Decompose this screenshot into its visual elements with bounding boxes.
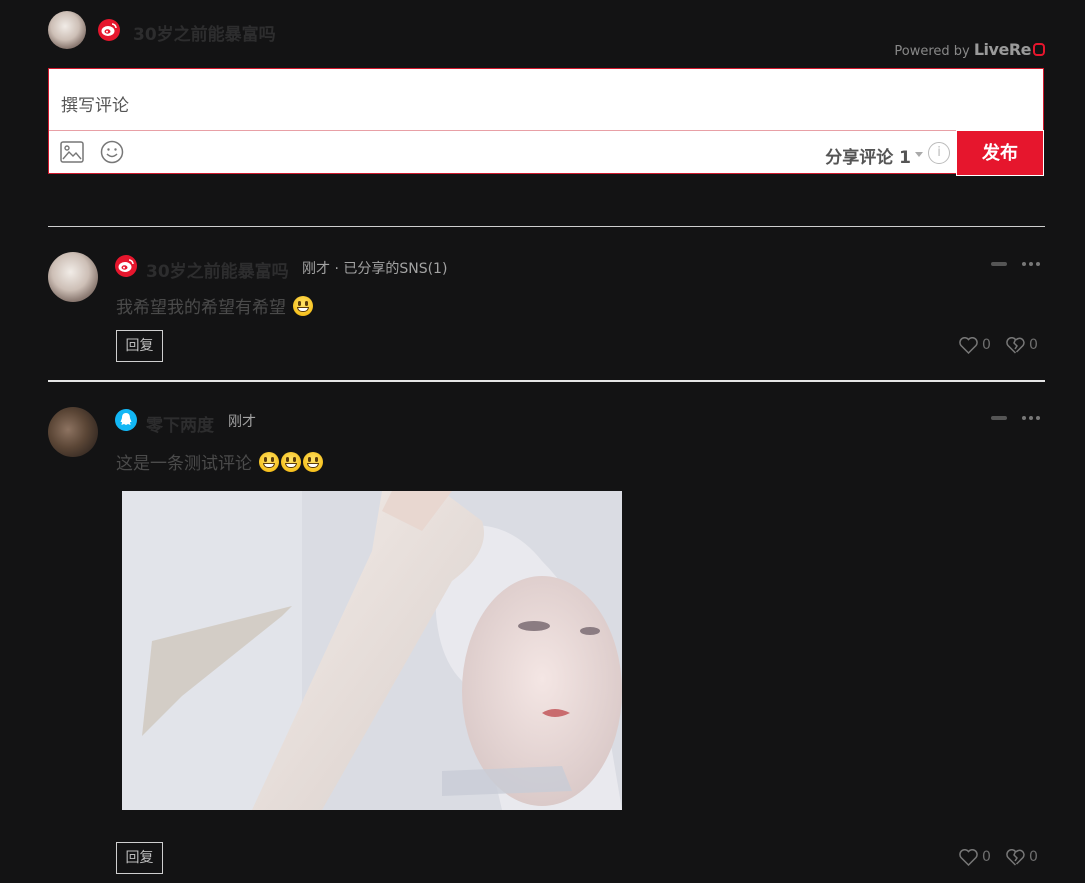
reply-button[interactable]: 回复 (116, 842, 163, 874)
powered-by-label: Powered by (894, 44, 970, 59)
composer-divider (49, 130, 1043, 131)
comment-body: 这是一条测试评论 (116, 454, 252, 474)
smiley-emoji-icon (303, 452, 324, 472)
comment-username[interactable]: 零下两度 (146, 411, 214, 436)
smiley-emoji-icon (259, 452, 280, 472)
current-username: 30岁之前能暴富吗 (133, 25, 276, 45)
avatar[interactable] (48, 407, 98, 457)
comment-image[interactable] (122, 491, 622, 810)
heart-icon (959, 849, 978, 867)
comment-meta: 刚才 · 已分享的SNS(1) (302, 261, 448, 277)
share-comment-selector[interactable]: 分享评论 1 (825, 143, 911, 168)
comment-meta: 刚才 (228, 414, 256, 430)
info-icon[interactable]: i (928, 142, 950, 164)
powered-by[interactable]: Powered by LiveRe (894, 40, 1045, 59)
like-count: 0 (982, 849, 991, 865)
dislike-button[interactable]: 0 (1006, 849, 1038, 866)
comment-text: 我希望我的希望有希望 (116, 293, 314, 318)
comment-composer: 撰写评论 分享评论 1 i 发布 (48, 68, 1044, 176)
dislike-count: 0 (1029, 337, 1038, 353)
like-button[interactable]: 0 (959, 849, 991, 867)
image-upload-icon[interactable] (60, 141, 84, 163)
comment-body: 我希望我的希望有希望 (116, 298, 286, 318)
elf-portrait-image (122, 491, 622, 810)
comment-input[interactable]: 撰写评论 (61, 91, 129, 116)
collapse-icon[interactable] (991, 416, 1007, 420)
reply-button[interactable]: 回复 (116, 330, 163, 362)
more-options-icon[interactable] (1022, 415, 1042, 421)
heart-icon (959, 337, 978, 355)
like-button[interactable]: 0 (959, 337, 991, 355)
comment-text: 这是一条测试评论 (116, 449, 324, 474)
comment-username[interactable]: 30岁之前能暴富吗 (146, 257, 289, 282)
dislike-count: 0 (1029, 849, 1038, 865)
livere-logo-icon (1033, 43, 1045, 56)
chevron-down-icon[interactable] (915, 152, 923, 157)
dislike-button[interactable]: 0 (1006, 337, 1038, 354)
weibo-icon (115, 255, 137, 277)
livere-brand: LiveRe (973, 40, 1032, 59)
avatar[interactable] (48, 252, 98, 302)
collapse-icon[interactable] (991, 262, 1007, 266)
more-options-icon[interactable] (1022, 261, 1042, 267)
current-user-avatar (48, 11, 86, 49)
broken-heart-icon (1006, 849, 1025, 866)
like-count: 0 (982, 337, 991, 353)
smiley-emoji-icon (293, 296, 314, 316)
section-divider (48, 226, 1045, 227)
qq-icon (115, 409, 137, 431)
emoji-picker-icon[interactable] (100, 140, 124, 164)
post-button[interactable]: 发布 (956, 130, 1044, 176)
comment-divider (48, 380, 1045, 382)
weibo-icon (98, 19, 120, 41)
broken-heart-icon (1006, 337, 1025, 354)
smiley-emoji-icon (281, 452, 302, 472)
